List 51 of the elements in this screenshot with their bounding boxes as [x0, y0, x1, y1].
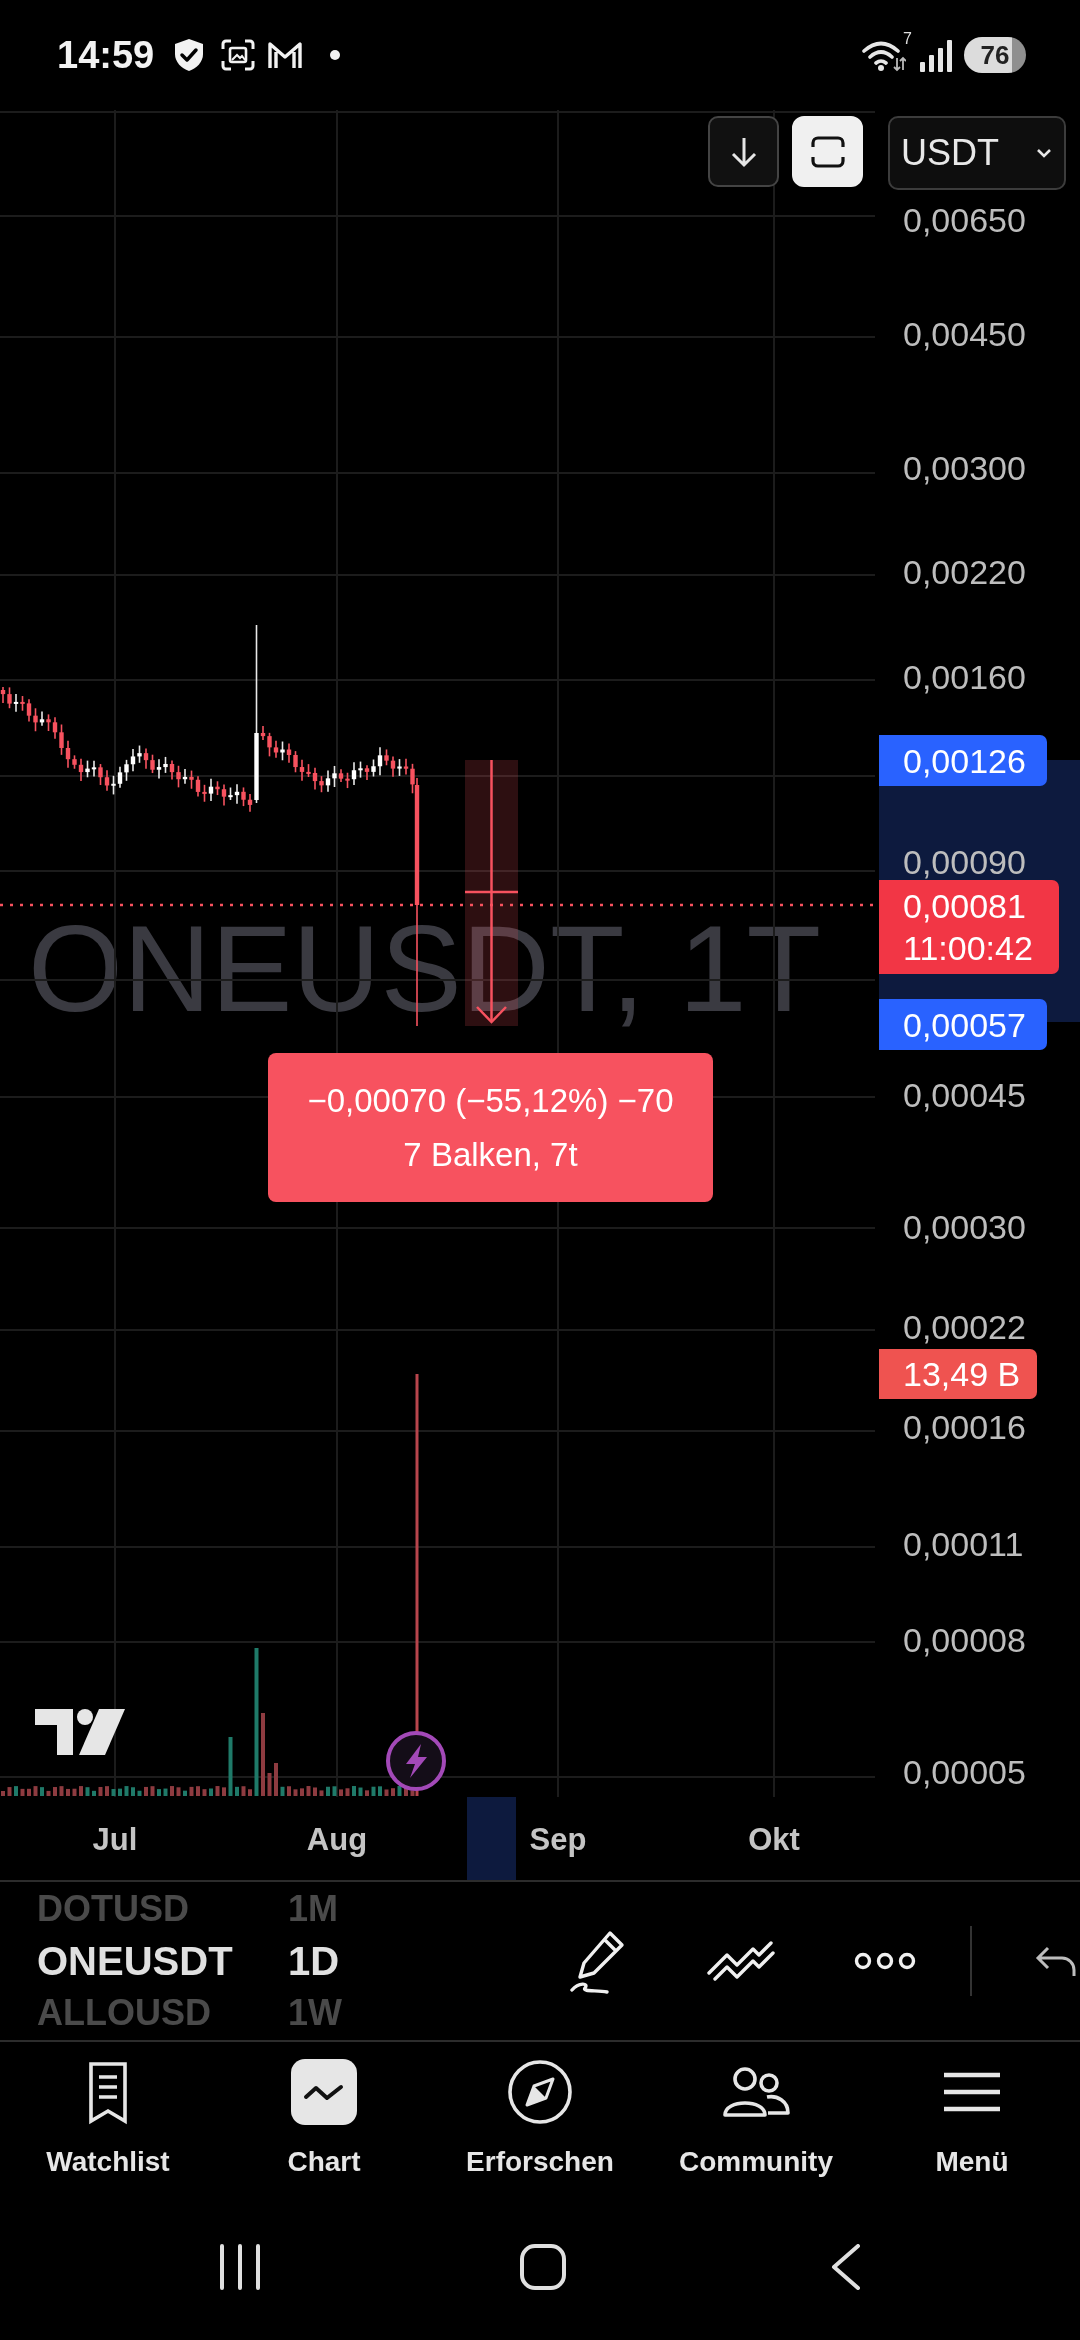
- countdown-timer: 11:00:42: [903, 928, 1034, 969]
- nav-tab[interactable]: Watchlist: [0, 2042, 216, 2193]
- chevron-down-icon: [1036, 148, 1052, 158]
- time-label: Aug: [305, 1821, 369, 1859]
- screenshot-icon: [220, 38, 257, 72]
- price-label: 0,00160: [903, 657, 1026, 697]
- price-label: 0,00022: [903, 1307, 1026, 1347]
- price-label: 0,00300: [903, 448, 1026, 488]
- frame-icon: [809, 135, 846, 168]
- home-icon[interactable]: [518, 2242, 567, 2291]
- price-label: 0,00220: [903, 552, 1026, 592]
- undo-icon[interactable]: [1034, 1944, 1076, 1978]
- symbol-option[interactable]: ONEUSDT: [37, 1938, 288, 1984]
- lightning-icon[interactable]: [385, 1730, 447, 1792]
- price-change-text: −0,00070 (−55,12%) −70: [307, 1081, 674, 1120]
- price-tag-value: 0,00126: [903, 740, 1027, 781]
- status-time: 14:59: [57, 33, 155, 77]
- trend-line-icon[interactable]: [706, 1939, 776, 1983]
- price-label: 0,00090: [903, 842, 1026, 882]
- more-icon[interactable]: [854, 1952, 916, 1970]
- price-label: 0,00030: [903, 1207, 1026, 1247]
- bar-count-text: 7 Balken, 7t: [403, 1135, 578, 1174]
- price-label: 0,00011: [903, 1524, 1024, 1564]
- back-icon[interactable]: [829, 2243, 862, 2290]
- pencil-icon[interactable]: [569, 1928, 627, 1994]
- price-tag-value: 13,49 B: [903, 1354, 1022, 1394]
- price-label: 0,00450: [903, 314, 1026, 354]
- frame-button[interactable]: [792, 116, 863, 187]
- nav-tab[interactable]: Erforschen: [432, 2042, 648, 2193]
- price-label: 0,00045: [903, 1075, 1026, 1115]
- notification-dot-icon: [330, 50, 341, 60]
- battery-indicator: 76: [964, 37, 1026, 73]
- price-label: 0,00005: [903, 1752, 1026, 1792]
- time-label: Jul: [91, 1821, 139, 1859]
- nav-tab[interactable]: Community: [648, 2042, 864, 2193]
- currency-dropdown[interactable]: USDT: [888, 116, 1066, 190]
- interval-option[interactable]: 1D: [288, 1938, 340, 1984]
- price-tag-value: 0,00081: [903, 886, 1027, 927]
- price-label: 0,00008: [903, 1620, 1026, 1660]
- price-label: 0,00650: [903, 200, 1026, 240]
- price-label: 0,00016: [903, 1407, 1026, 1447]
- time-label: Okt: [747, 1821, 801, 1859]
- recent-apps-icon[interactable]: [217, 2243, 262, 2290]
- time-label: Sep: [528, 1821, 588, 1859]
- scroll-down-button[interactable]: [708, 116, 779, 187]
- nav-tab[interactable]: Menü: [864, 2042, 1080, 2193]
- price-tag-value: 0,00057: [903, 1004, 1027, 1045]
- mail-icon: [267, 40, 304, 70]
- nav-tab[interactable]: Chart: [216, 2042, 432, 2193]
- wifi-standard-label: 7: [903, 30, 912, 48]
- signal-icon: [920, 38, 952, 72]
